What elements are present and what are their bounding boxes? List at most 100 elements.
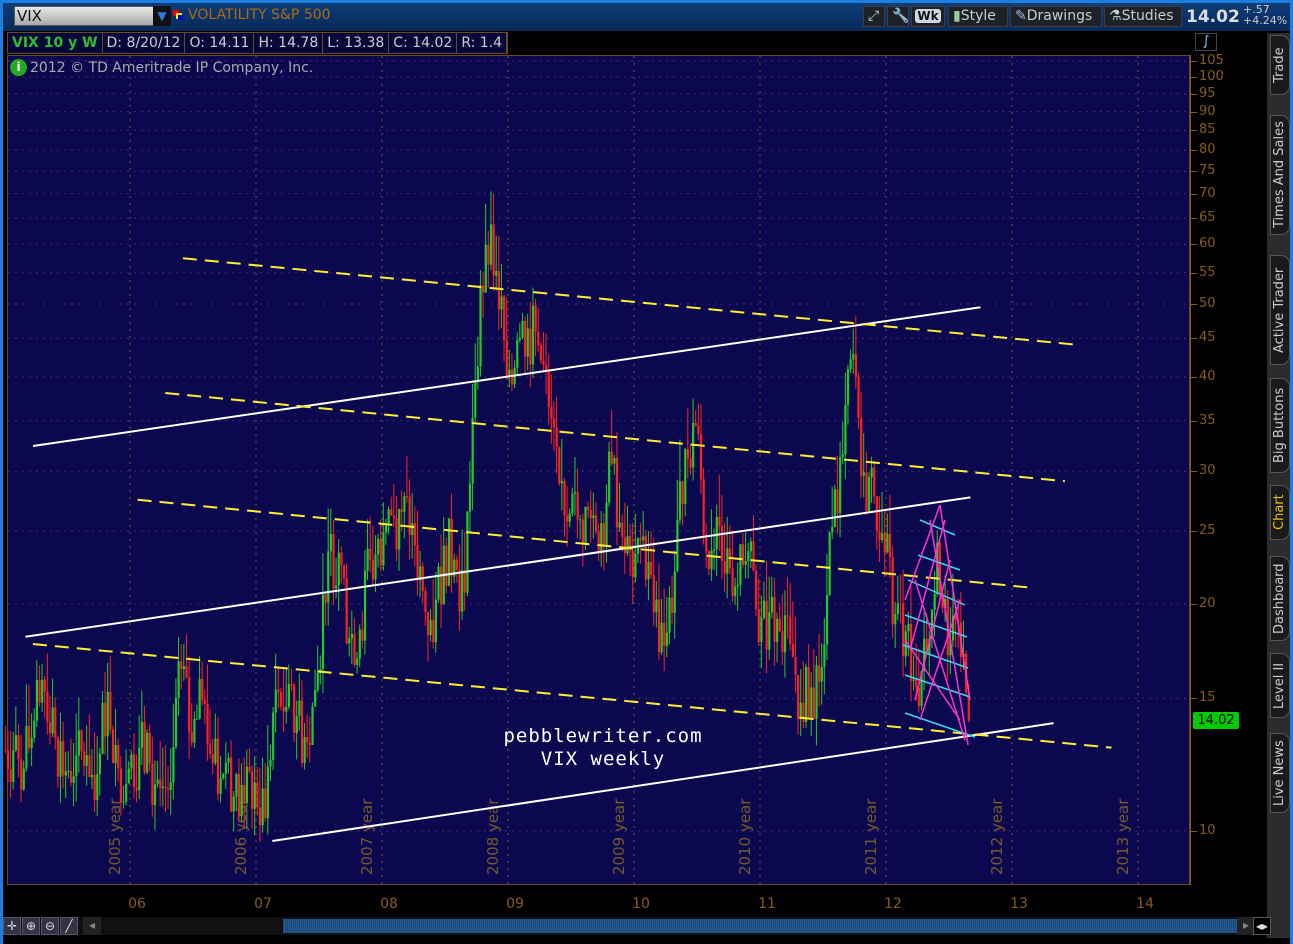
candle [726, 548, 729, 574]
candle [227, 757, 230, 763]
candle [715, 516, 718, 550]
candle [686, 449, 690, 459]
candle [534, 305, 537, 332]
candle [566, 515, 569, 522]
y-tick [1191, 193, 1197, 195]
candle [799, 702, 802, 720]
zoom-out-button[interactable]: ⊖ [41, 917, 59, 935]
price-chart: 2005 year 2006 year 2007 year 2008 year 2009… [4, 56, 1189, 884]
year-marker-label: 2007 year [358, 798, 376, 875]
candle [387, 509, 390, 524]
watermark-site: pebblewriter.com [503, 725, 703, 747]
candle [27, 725, 31, 748]
candle [130, 754, 133, 769]
candle [665, 632, 669, 646]
candle [678, 481, 682, 520]
candle [568, 513, 571, 522]
candle [707, 551, 711, 570]
candle [256, 782, 259, 808]
info-icon[interactable]: i [10, 59, 27, 76]
side-tab-times-and-sales[interactable]: Times And Sales [1270, 115, 1290, 235]
candle [206, 703, 209, 745]
candle [455, 559, 459, 570]
candle [783, 615, 787, 653]
candle [529, 328, 532, 365]
candle [54, 707, 57, 738]
candle [823, 644, 826, 668]
candle [778, 618, 781, 632]
candle [188, 677, 191, 733]
side-tab-trade[interactable]: Trade [1270, 35, 1290, 95]
candle [35, 680, 39, 721]
zigzag-line [929, 519, 969, 746]
candle [285, 707, 288, 712]
candle [741, 544, 745, 565]
candle [203, 700, 207, 704]
side-tab-active-trader[interactable]: Active Trader [1270, 255, 1290, 365]
time-scrollbar[interactable] [283, 919, 1237, 933]
expand-time-button[interactable]: ◂▸ [1253, 917, 1271, 935]
candle [476, 366, 480, 382]
y-tick-label: 20 [1199, 596, 1216, 612]
zoom-in-button[interactable]: ⊕ [22, 917, 40, 935]
side-tab-big-buttons[interactable]: Big Buttons [1270, 378, 1290, 473]
candle [492, 224, 495, 276]
crosshair-button[interactable]: ✛ [3, 917, 21, 935]
candle [104, 702, 107, 737]
y-tick [1191, 61, 1197, 63]
x-tick-label: 10 [632, 896, 650, 912]
year-marker-label: 2009 year [610, 798, 628, 875]
candle [237, 773, 241, 817]
side-tab-live-news[interactable]: Live News [1270, 733, 1290, 813]
candle [219, 778, 222, 794]
side-tab-dashboard[interactable]: Dashboard [1270, 556, 1290, 641]
candle [694, 422, 697, 426]
candle [4, 750, 7, 752]
candle [744, 561, 747, 565]
y-tick-label: 40 [1199, 369, 1216, 385]
year-marker-label: 2011 year [862, 798, 880, 875]
candle [62, 741, 65, 776]
candle [224, 762, 228, 775]
candle [264, 788, 267, 819]
side-tab-chart[interactable]: Chart [1270, 485, 1290, 540]
candle [93, 774, 96, 801]
pitchfork-line [902, 644, 969, 669]
candle [395, 518, 398, 550]
candle [193, 719, 196, 743]
candle [479, 285, 482, 367]
scroll-left-button[interactable]: ◂ [83, 917, 101, 935]
candle [786, 615, 789, 617]
year-marker-label: 2013 year [1114, 798, 1132, 875]
candle [810, 687, 813, 718]
candle [211, 753, 214, 764]
candle [190, 732, 193, 743]
candle [815, 665, 818, 719]
candle [424, 591, 427, 612]
candle [390, 509, 393, 516]
candle [521, 320, 524, 338]
candle [584, 506, 587, 545]
drawing-line-button[interactable]: ╱ [60, 917, 78, 935]
y-tick [1191, 171, 1197, 173]
candle [83, 751, 86, 766]
candle [597, 531, 600, 551]
candle [474, 381, 477, 418]
candle [293, 684, 296, 733]
candle [321, 594, 325, 670]
candle [201, 678, 204, 701]
candle [151, 763, 154, 806]
candle [681, 481, 684, 504]
candle [749, 541, 753, 552]
y-tick-label: 65 [1199, 210, 1216, 226]
candle [51, 707, 54, 734]
candle [846, 368, 850, 405]
candle [230, 757, 233, 812]
candle [101, 702, 104, 754]
candle [75, 755, 78, 777]
y-tick [1191, 93, 1197, 95]
candle [437, 566, 440, 600]
candle [663, 622, 666, 646]
candle [363, 570, 367, 641]
side-tab-level-ii[interactable]: Level II [1270, 653, 1290, 718]
